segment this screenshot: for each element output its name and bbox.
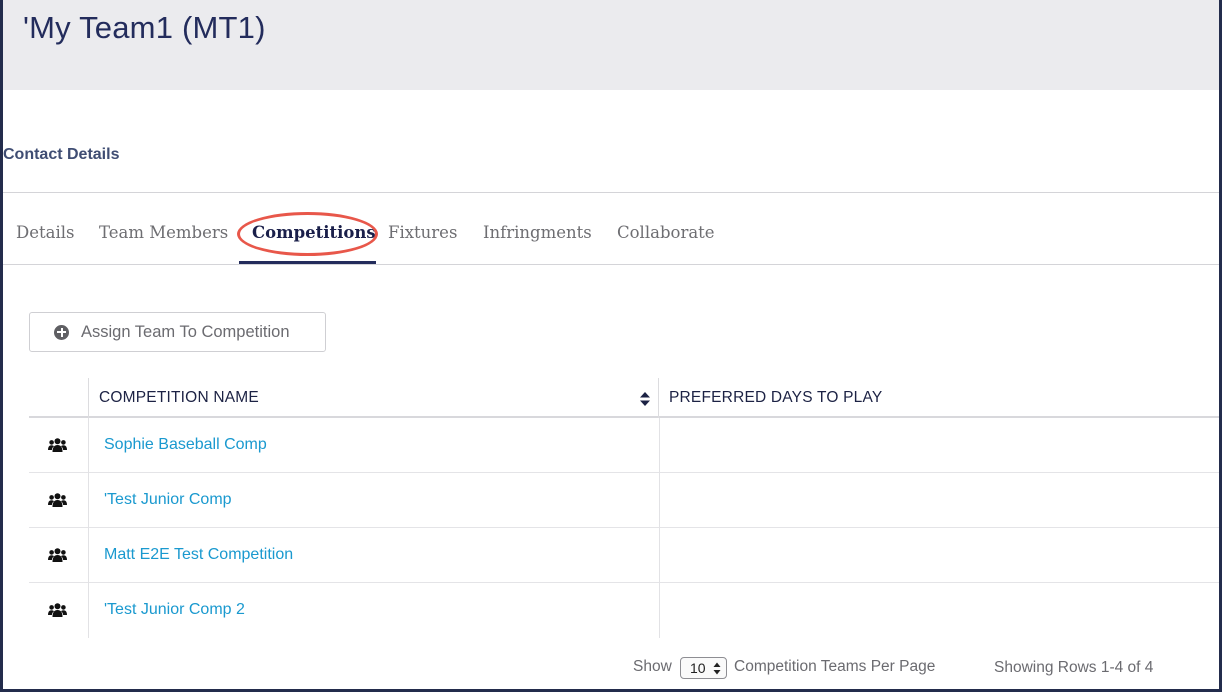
tab-bar: Details Team Members Competitions Fixtur… [3, 193, 1219, 265]
table-row: Sophie Baseball Comp [29, 418, 1219, 473]
column-divider [659, 473, 660, 528]
column-header-preferred-days: PREFERRED DAYS TO PLAY [669, 389, 883, 406]
column-divider [659, 583, 660, 638]
column-divider [88, 583, 89, 638]
showing-rows-text: Showing Rows 1-4 of 4 [994, 659, 1154, 676]
row-icon-cell [29, 473, 88, 528]
page-title: 'My Team1 (MT1) [23, 10, 266, 45]
assign-button-label: Assign Team To Competition [81, 322, 290, 341]
show-label: Show [633, 658, 672, 675]
column-divider [659, 528, 660, 583]
page-header: 'My Team1 (MT1) [3, 0, 1219, 90]
column-divider [88, 418, 89, 473]
contact-details-link[interactable]: Contact Details [3, 146, 119, 164]
competitions-table: COMPETITION NAME PREFERRED DAYS TO PLAY [29, 378, 1219, 638]
highlight-circle [237, 212, 378, 256]
row-icon-cell [29, 528, 88, 583]
per-page-value: 10 [690, 660, 706, 676]
table-row: 'Test Junior Comp [29, 473, 1219, 528]
tab-team-members[interactable]: Team Members [99, 223, 228, 242]
column-divider [658, 378, 659, 418]
users-group-icon [48, 603, 67, 617]
per-page-label: Competition Teams Per Page [734, 658, 936, 675]
pagination-bar: Show 10 Competition Teams Per Page Showi… [3, 656, 1219, 680]
tab-fixtures[interactable]: Fixtures [388, 223, 457, 242]
column-divider [88, 528, 89, 583]
divider [3, 264, 1219, 265]
column-divider [659, 418, 660, 473]
assign-team-to-competition-button[interactable]: Assign Team To Competition [29, 312, 326, 352]
users-group-icon [48, 438, 67, 452]
column-divider [88, 378, 89, 418]
tab-infringments[interactable]: Infringments [483, 223, 592, 242]
app-frame: 'My Team1 (MT1) Contact Details Details … [0, 0, 1222, 692]
plus-circle-icon [54, 324, 69, 340]
users-group-icon [48, 493, 67, 507]
select-arrows-icon [713, 662, 721, 675]
competition-link[interactable]: 'Test Junior Comp [104, 491, 232, 509]
competition-link[interactable]: Sophie Baseball Comp [104, 436, 267, 454]
table-header: COMPETITION NAME PREFERRED DAYS TO PLAY [29, 378, 1219, 418]
users-group-icon [48, 548, 67, 562]
per-page-select[interactable]: 10 [680, 657, 727, 679]
table-row: 'Test Junior Comp 2 [29, 583, 1219, 638]
competition-link[interactable]: Matt E2E Test Competition [104, 546, 293, 564]
column-divider [88, 473, 89, 528]
tab-collaborate[interactable]: Collaborate [617, 223, 715, 242]
row-icon-cell [29, 418, 88, 473]
competition-link[interactable]: 'Test Junior Comp 2 [104, 601, 245, 619]
column-header-competition-name[interactable]: COMPETITION NAME [99, 389, 259, 407]
tab-details[interactable]: Details [16, 223, 74, 242]
table-row: Matt E2E Test Competition [29, 528, 1219, 583]
sort-icon[interactable] [640, 392, 650, 406]
row-icon-cell [29, 583, 88, 638]
